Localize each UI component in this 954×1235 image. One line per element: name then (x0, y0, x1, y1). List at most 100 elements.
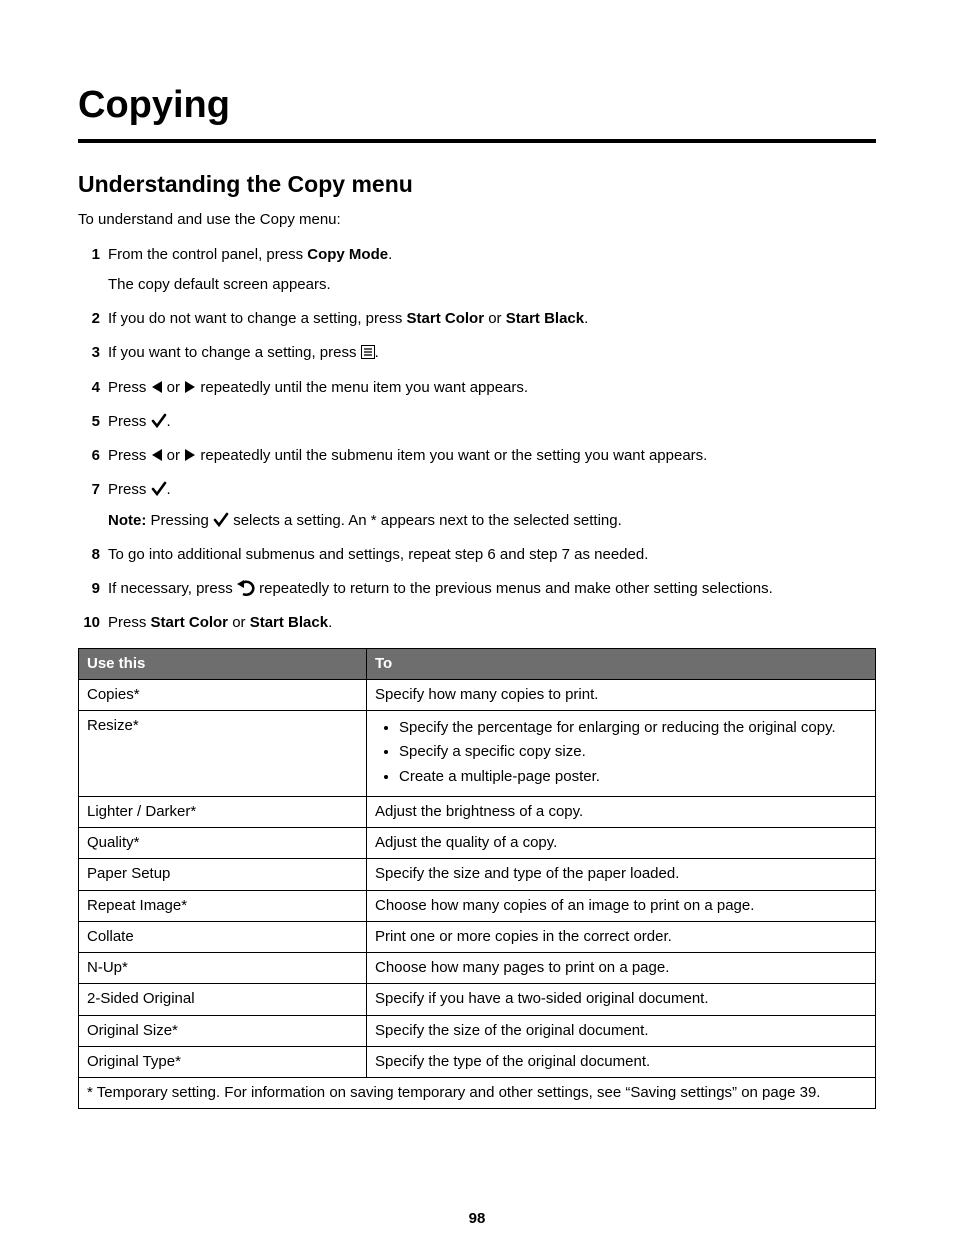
step-6-text-c: repeatedly until the submenu item you wa… (196, 447, 707, 464)
table-row: Collate Print one or more copies in the … (79, 921, 876, 952)
chapter-title: Copying (78, 80, 876, 135)
table-row: Repeat Image* Choose how many copies of … (79, 890, 876, 921)
page-number: 98 (78, 1209, 876, 1229)
right-arrow-icon (184, 448, 196, 462)
step-5-text-b: . (167, 413, 171, 430)
list-item: Specify a specific copy size. (399, 742, 867, 762)
cell-use: N-Up* (79, 953, 367, 984)
step-4-text-c: repeatedly until the menu item you want … (196, 379, 528, 396)
resize-bullets: Specify the percentage for enlarging or … (399, 718, 867, 787)
steps-list: From the control panel, press Copy Mode.… (78, 245, 876, 634)
cell-use: Copies* (79, 679, 367, 710)
step-6-text-b: or (163, 447, 185, 464)
table-footnote: * Temporary setting. For information on … (79, 1078, 876, 1109)
list-item: Create a multiple-page poster. (399, 767, 867, 787)
table-row: N-Up* Choose how many pages to print on … (79, 953, 876, 984)
cell-use: 2-Sided Original (79, 984, 367, 1015)
cell-to: Specify the size and type of the paper l… (367, 859, 876, 890)
start-color-label: Start Color (407, 310, 485, 327)
step-7-text-b: . (167, 481, 171, 498)
cell-use: Original Type* (79, 1046, 367, 1077)
table-row: Quality* Adjust the quality of a copy. (79, 828, 876, 859)
table-row: 2-Sided Original Specify if you have a t… (79, 984, 876, 1015)
copy-mode-label: Copy Mode (307, 246, 388, 263)
table-row: Lighter / Darker* Adjust the brightness … (79, 796, 876, 827)
note-label: Note: (108, 512, 146, 529)
table-row: Copies* Specify how many copies to print… (79, 679, 876, 710)
cell-to: Specify how many copies to print. (367, 679, 876, 710)
step-6: Press or repeatedly until the submenu it… (78, 446, 876, 466)
step-5-text-a: Press (108, 413, 151, 430)
step-8-text: To go into additional submenus and setti… (108, 546, 648, 563)
cell-to: Specify the size of the original documen… (367, 1015, 876, 1046)
cell-to: Specify if you have a two-sided original… (367, 984, 876, 1015)
section-title: Understanding the Copy menu (78, 169, 876, 200)
table-row: Original Size* Specify the size of the o… (79, 1015, 876, 1046)
cell-use: Quality* (79, 828, 367, 859)
start-black-label: Start Black (250, 614, 328, 631)
right-arrow-icon (184, 380, 196, 394)
step-10-text-c: or (228, 614, 250, 631)
cell-use: Original Size* (79, 1015, 367, 1046)
cell-use: Resize* (79, 711, 367, 797)
cell-to: Print one or more copies in the correct … (367, 921, 876, 952)
cell-to: Specify the percentage for enlarging or … (367, 711, 876, 797)
check-icon (151, 413, 167, 429)
back-arrow-icon (237, 580, 255, 596)
step-10-text-e: . (328, 614, 332, 631)
step-4-text-a: Press (108, 379, 151, 396)
table-footnote-row: * Temporary setting. For information on … (79, 1078, 876, 1109)
check-icon (151, 481, 167, 497)
step-4-text-b: or (163, 379, 185, 396)
title-rule (78, 139, 876, 143)
list-item: Specify the percentage for enlarging or … (399, 718, 867, 738)
cell-to: Choose how many pages to print on a page… (367, 953, 876, 984)
step-10-text-a: Press (108, 614, 151, 631)
step-7: Press . Note: Pressing selects a setting… (78, 480, 876, 531)
step-1-sub: The copy default screen appears. (108, 275, 876, 295)
start-black-label: Start Black (506, 310, 584, 327)
table-header-row: Use this To (79, 648, 876, 679)
note-text-a: Pressing (146, 512, 213, 529)
cell-use: Repeat Image* (79, 890, 367, 921)
step-3-text-b: . (375, 344, 379, 361)
step-1-text-c: . (388, 246, 392, 263)
step-8: To go into additional submenus and setti… (78, 545, 876, 565)
cell-use: Paper Setup (79, 859, 367, 890)
check-icon (213, 512, 229, 528)
table-row: Resize* Specify the percentage for enlar… (79, 711, 876, 797)
step-6-text-a: Press (108, 447, 151, 464)
start-color-label: Start Color (151, 614, 229, 631)
step-2: If you do not want to change a setting, … (78, 309, 876, 329)
cell-to: Choose how many copies of an image to pr… (367, 890, 876, 921)
step-2-text-a: If you do not want to change a setting, … (108, 310, 407, 327)
cell-to: Adjust the brightness of a copy. (367, 796, 876, 827)
step-5: Press . (78, 412, 876, 432)
intro-text: To understand and use the Copy menu: (78, 210, 876, 230)
step-2-text-e: . (584, 310, 588, 327)
note-text-b: selects a setting. An * appears next to … (229, 512, 622, 529)
step-9-text-a: If necessary, press (108, 580, 237, 597)
copy-menu-table: Use this To Copies* Specify how many cop… (78, 648, 876, 1110)
cell-to: Adjust the quality of a copy. (367, 828, 876, 859)
step-2-text-c: or (484, 310, 506, 327)
table-row: Paper Setup Specify the size and type of… (79, 859, 876, 890)
cell-to: Specify the type of the original documen… (367, 1046, 876, 1077)
step-10: Press Start Color or Start Black. (78, 613, 876, 633)
step-9: If necessary, press repeatedly to return… (78, 579, 876, 599)
step-9-text-b: repeatedly to return to the previous men… (255, 580, 773, 597)
cell-use: Collate (79, 921, 367, 952)
menu-icon (361, 345, 375, 359)
header-to: To (367, 648, 876, 679)
step-1: From the control panel, press Copy Mode.… (78, 245, 876, 296)
step-7-note: Note: Pressing selects a setting. An * a… (108, 511, 876, 531)
step-3: If you want to change a setting, press . (78, 343, 876, 363)
table-row: Original Type* Specify the type of the o… (79, 1046, 876, 1077)
step-3-text-a: If you want to change a setting, press (108, 344, 361, 361)
cell-use: Lighter / Darker* (79, 796, 367, 827)
left-arrow-icon (151, 448, 163, 462)
left-arrow-icon (151, 380, 163, 394)
step-1-text-a: From the control panel, press (108, 246, 307, 263)
header-use-this: Use this (79, 648, 367, 679)
step-7-text-a: Press (108, 481, 151, 498)
